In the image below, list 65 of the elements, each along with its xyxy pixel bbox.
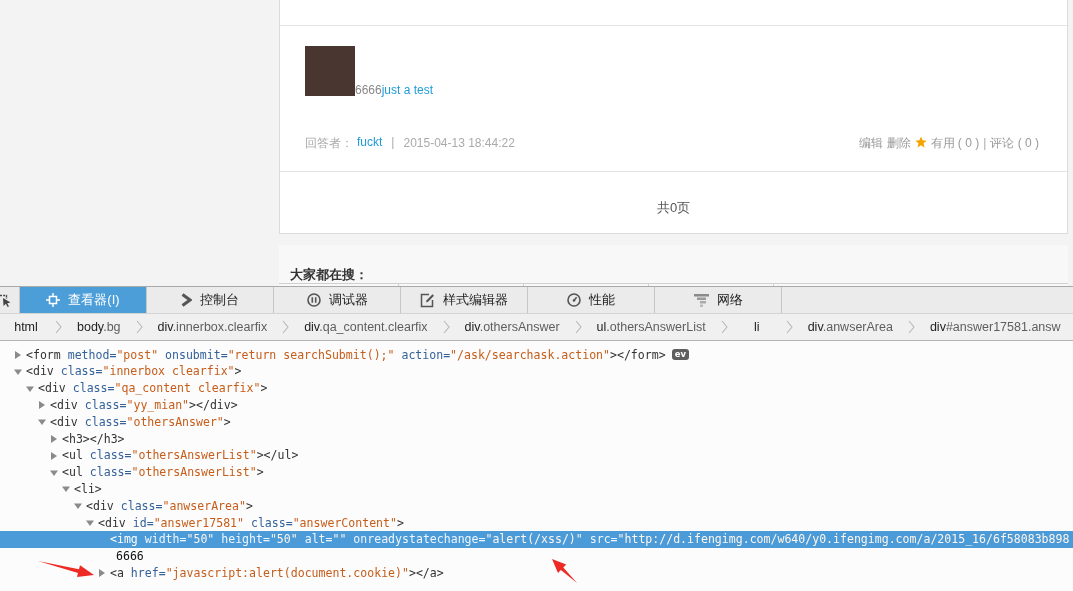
triangle-down-icon[interactable] — [74, 502, 82, 511]
devtools-tab[interactable]: 性能 — [528, 287, 655, 313]
box-crosshair-icon — [46, 293, 61, 307]
chevron-right-icon — [720, 320, 728, 334]
triangle-down-icon[interactable] — [26, 384, 34, 393]
photo-placeholder — [305, 46, 355, 96]
dom-node[interactable]: <div class="othersAnswer"> — [38, 413, 231, 431]
star-icon — [914, 136, 927, 148]
pause-circle-icon — [306, 293, 321, 307]
separator: | — [391, 134, 395, 151]
dom-node[interactable]: <a href="javascript:alert(document.cookie)"></a> — [98, 564, 444, 582]
breadcrumb-item[interactable]: div.qa_content.clearfix — [296, 316, 436, 338]
triangle-right-icon[interactable] — [50, 451, 58, 460]
triangle-down-icon[interactable] — [86, 518, 94, 527]
breadcrumb-item[interactable]: html — [4, 316, 48, 338]
triangle-right-icon[interactable] — [50, 434, 58, 443]
dom-node[interactable]: <div class="qa_content clearfix"> — [26, 380, 268, 397]
event-badge[interactable]: ev — [671, 349, 689, 361]
hot-search-title: 大家都在搜： — [290, 267, 368, 283]
breadcrumb-item[interactable]: div.othersAnswer — [456, 316, 568, 338]
chevron-right-icon — [442, 320, 450, 334]
chevron-right-icon — [907, 320, 915, 334]
separator: | — [983, 134, 987, 152]
devtools-tab[interactable]: 调试器 — [274, 287, 401, 313]
chevron-right-icon — [135, 320, 143, 334]
triangle-down-icon[interactable] — [50, 468, 58, 477]
breadcrumb-item[interactable]: body.bg — [69, 316, 129, 338]
cursor-box-icon[interactable] — [0, 293, 11, 307]
dom-text-node[interactable]: 6666 — [98, 548, 144, 565]
triangle-right-icon[interactable] — [98, 569, 106, 578]
breadcrumb-item[interactable]: div#answer17581.answ — [921, 316, 1069, 338]
page-count: 共0页 — [656, 200, 691, 215]
devtools-tab[interactable]: 网络 — [655, 287, 782, 313]
devtools-tab[interactable]: 样式编辑器 — [401, 287, 528, 313]
dom-node[interactable]: <ul class="othersAnswerList"> — [50, 464, 264, 481]
dom-node[interactable]: <div class="yy_mian"></div> — [38, 397, 238, 414]
breadcrumb-item[interactable]: li — [734, 316, 779, 338]
chevron-right-icon — [574, 320, 582, 334]
triangle-down-icon[interactable] — [62, 485, 70, 494]
breadcrumb-item[interactable]: div.innerbox.clearfix — [149, 316, 276, 338]
chevron-icon — [181, 293, 192, 307]
dom-node[interactable]: <div class="innerbox clearfix"> — [14, 363, 242, 381]
chevron-right-icon — [785, 320, 793, 334]
chevron-right-icon — [55, 320, 62, 334]
bars-icon — [693, 293, 709, 307]
triangle-down-icon[interactable] — [14, 367, 22, 376]
breadcrumb-item[interactable]: div.anwserArea — [799, 316, 901, 338]
answer-time: 2015-04-13 18:44:22 — [403, 134, 515, 152]
gauge-icon — [567, 293, 581, 307]
breadcrumb-item[interactable]: ul.othersAnswerList — [588, 316, 714, 338]
pencil-page-icon — [420, 292, 435, 308]
triangle-right-icon[interactable] — [38, 401, 46, 410]
answerer-label: 回答者： — [305, 134, 353, 152]
answer-text: 6666 — [355, 83, 382, 97]
chevron-right-icon — [282, 320, 290, 334]
dom-node[interactable]: <li> — [62, 480, 102, 498]
dom-node[interactable]: <div class="anwserArea"> — [74, 497, 253, 515]
triangle-right-icon[interactable] — [14, 351, 22, 359]
dom-node[interactable]: <div id="answer17581" class="answerContent"> — [86, 514, 404, 532]
dom-node[interactable]: <form method="post" onsubmit="return searchSubmit();" action="/ask/searchask.action"></form> ev — [14, 346, 689, 364]
devtools-tab[interactable]: 控制台 — [147, 287, 274, 313]
triangle-down-icon[interactable] — [38, 418, 46, 427]
dom-node[interactable]: <ul class="othersAnswerList"></ul> — [50, 447, 299, 465]
annotation-arrow — [37, 559, 95, 579]
dom-node[interactable]: <h3></h3> — [50, 430, 125, 448]
